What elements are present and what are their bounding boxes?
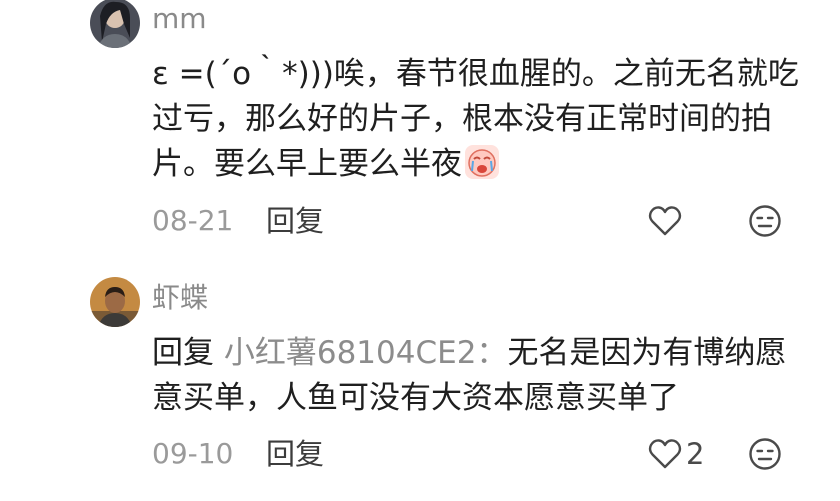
comment-text: ε =(´ο｀*)))唉，春节很血腥的。之前无名就吃过亏，那么好的片子，根本没有… xyxy=(152,52,802,187)
comment-username[interactable]: 虾蝶 xyxy=(152,281,208,315)
dislike-button[interactable] xyxy=(748,204,782,238)
comment-date: 08-21 xyxy=(152,204,234,237)
neutral-face-icon xyxy=(749,438,781,470)
heart-outline-icon xyxy=(648,439,682,469)
avatar[interactable] xyxy=(90,277,140,327)
neutral-face-icon xyxy=(749,205,781,237)
crying-face-emoji-icon xyxy=(464,144,500,180)
comment-text: 回复 小红薯68104CE2：无名是因为有博纳愿意买单，人鱼可没有大资本愿意买单… xyxy=(152,331,802,421)
comment-date: 09-10 xyxy=(152,437,234,470)
reply-button[interactable]: 回复 xyxy=(266,434,324,474)
like-button[interactable] xyxy=(648,204,686,238)
reply-target-username[interactable]: 小红薯68104CE2： xyxy=(224,335,508,371)
comment-username[interactable]: mm xyxy=(152,2,207,36)
comment-meta: 09-10 回复 2 xyxy=(152,434,792,474)
reply-button[interactable]: 回复 xyxy=(266,201,324,241)
comment-meta: 08-21 回复 xyxy=(152,201,792,241)
reply-prefix: 回复 xyxy=(152,335,214,371)
avatar[interactable] xyxy=(90,0,140,48)
like-button[interactable]: 2 xyxy=(648,437,704,471)
heart-outline-icon xyxy=(648,206,682,236)
like-count: 2 xyxy=(686,437,705,471)
dislike-button[interactable] xyxy=(748,437,782,471)
